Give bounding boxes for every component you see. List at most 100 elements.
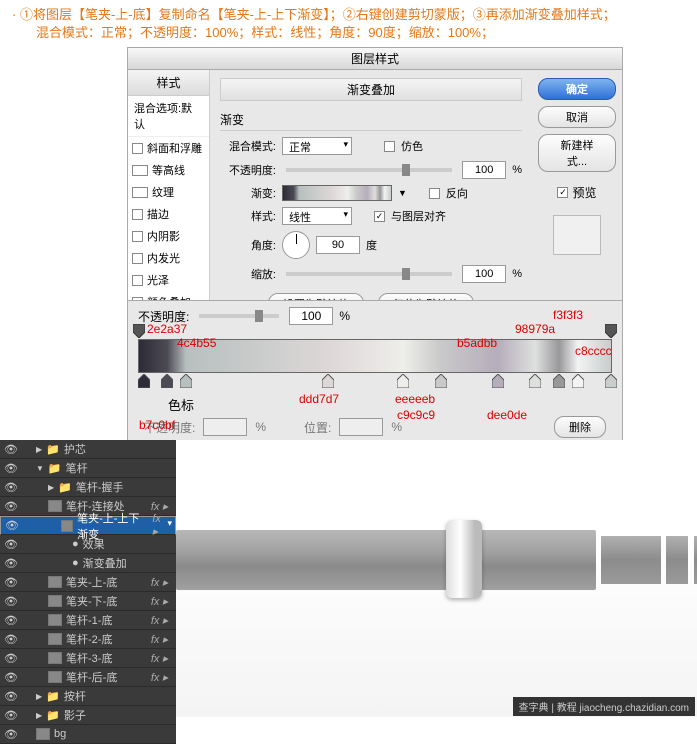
disclosure-icon[interactable]: ▶ [48,483,54,492]
angle-input[interactable]: 90 [316,236,360,254]
visibility-icon[interactable]: 👁 [4,652,18,665]
reverse-checkbox[interactable] [429,188,440,199]
color-stop[interactable] [529,374,541,388]
color-stop[interactable] [572,374,584,388]
visibility-icon[interactable]: 👁 [4,538,18,551]
fx-badge[interactable]: fx ▸ [151,595,172,608]
style-checkbox[interactable] [132,209,143,220]
color-stop[interactable] [161,374,173,388]
ok-button[interactable]: 确定 [538,78,616,100]
layer-row[interactable]: 👁bg [0,725,176,744]
new-style-button[interactable]: 新建样式... [538,134,616,172]
stop-opacity-input[interactable] [203,418,247,436]
opacity-slider[interactable] [286,168,452,172]
layer-row[interactable]: 👁 笔杆-2-底 fx ▸ [0,630,176,649]
color-stop[interactable] [435,374,447,388]
style-item[interactable]: 等高线 [128,159,209,181]
angle-dial[interactable] [282,231,310,259]
align-checkbox[interactable] [374,211,385,222]
visibility-icon[interactable]: 👁 [4,728,18,741]
color-stop[interactable] [605,374,617,388]
visibility-icon[interactable]: 👁 [4,595,18,608]
style-select[interactable]: 线性 [282,207,352,225]
stop-position-input[interactable] [339,418,383,436]
opacity-stop[interactable] [605,324,617,338]
layer-row[interactable]: 👁▶📁护芯 [0,440,176,459]
style-label: 斜面和浮雕 [147,140,202,156]
style-label: 等高线 [152,162,185,178]
grad-opacity-input[interactable]: 100 [289,307,333,325]
fx-badge[interactable]: fx ▸ [151,671,172,684]
style-checkbox[interactable] [132,275,143,286]
fx-badge[interactable]: fx ▸ [151,633,172,646]
visibility-icon[interactable]: 👁 [4,500,18,513]
gradient-swatch[interactable] [282,185,392,201]
fx-badge[interactable]: fx ▸ [152,513,171,538]
layer-name: 笔夹-上-上下渐变 [77,510,148,542]
blend-options-row[interactable]: 混合选项:默认 [128,96,209,137]
layer-name: 笔杆-2-底 [66,631,112,647]
disclosure-icon[interactable]: ▶ [36,711,42,720]
style-checkbox[interactable] [132,187,148,198]
color-stop[interactable] [322,374,334,388]
visibility-icon[interactable]: 👁 [4,462,18,475]
layer-row[interactable]: 👁笔夹-下-底fx ▸ [0,592,176,611]
layer-row[interactable]: 👁笔夹-上-底fx ▸ [0,573,176,592]
layer-row[interactable]: 👁笔夹-上-上下渐变fx ▸ [0,516,176,535]
visibility-icon[interactable]: 👁 [5,519,19,532]
preview-checkbox[interactable] [557,187,568,198]
color-stop[interactable] [180,374,192,388]
color-stop[interactable] [138,374,150,388]
visibility-icon[interactable]: 👁 [4,576,18,589]
disclosure-icon[interactable]: ▶ [36,445,42,454]
disclosure-icon[interactable]: ▶ [36,692,42,701]
visibility-icon[interactable]: 👁 [4,443,18,456]
visibility-icon[interactable]: 👁 [4,614,18,627]
layer-row[interactable]: 👁笔杆-后-底fx ▸ [0,668,176,687]
layer-row[interactable]: 👁▶📁按杆 [0,687,176,706]
style-item[interactable]: 光泽 [128,269,209,291]
visibility-icon[interactable]: 👁 [4,690,18,703]
disclosure-icon[interactable]: ▼ [36,464,44,473]
style-item[interactable]: 纹理 [128,181,209,203]
grad-opacity-slider[interactable] [199,314,279,318]
layer-row[interactable]: 👁笔杆-3-底fx ▸ [0,649,176,668]
blend-mode-select[interactable]: 正常 [282,137,352,155]
dither-checkbox[interactable] [384,141,395,152]
visibility-icon[interactable]: 👁 [4,481,18,494]
scale-slider[interactable] [286,272,452,276]
style-checkbox[interactable] [132,143,143,154]
visibility-icon[interactable]: 👁 [4,557,18,570]
style-item[interactable]: 斜面和浮雕 [128,137,209,159]
color-stop[interactable] [492,374,504,388]
style-checkbox[interactable] [132,253,143,264]
opacity-input[interactable]: 100 [462,161,506,179]
scale-input[interactable]: 100 [462,265,506,283]
layer-row[interactable]: 👁●渐变叠加 [0,554,176,573]
layer-row[interactable]: 👁笔杆-1-底fx ▸ [0,611,176,630]
style-item[interactable]: 内发光 [128,247,209,269]
layer-row[interactable]: 👁▶📁影子 [0,706,176,725]
delete-stop-button[interactable]: 删除 [554,416,606,438]
visibility-icon[interactable]: 👁 [4,633,18,646]
style-item[interactable]: 描边 [128,203,209,225]
style-checkbox[interactable] [132,165,148,176]
cancel-button[interactable]: 取消 [538,106,616,128]
scale-label: 缩放: [220,266,276,282]
opacity-stop[interactable] [133,324,145,338]
gradient-bar[interactable]: 2e2a374c4b55b7c0bfddd7d7eeeeebc9c9c9b5ad… [138,339,612,373]
fx-badge[interactable]: fx ▸ [151,652,172,665]
style-checkbox[interactable] [132,231,143,242]
fx-badge[interactable]: fx ▸ [151,500,172,513]
visibility-icon[interactable]: 👁 [4,709,18,722]
layer-row[interactable]: 👁▶📁笔杆-握手 [0,478,176,497]
layer-name: 渐变叠加 [83,555,127,571]
color-stop[interactable] [553,374,565,388]
visibility-icon[interactable]: 👁 [4,671,18,684]
style-item[interactable]: 内阴影 [128,225,209,247]
fx-badge[interactable]: fx ▸ [151,576,172,589]
layer-row[interactable]: 👁▼📁笔杆 [0,459,176,478]
layer-style-dialog: 图层样式 样式 混合选项:默认 斜面和浮雕等高线纹理描边内阴影内发光光泽颜色叠加… [127,47,623,336]
color-stop[interactable] [397,374,409,388]
fx-badge[interactable]: fx ▸ [151,614,172,627]
